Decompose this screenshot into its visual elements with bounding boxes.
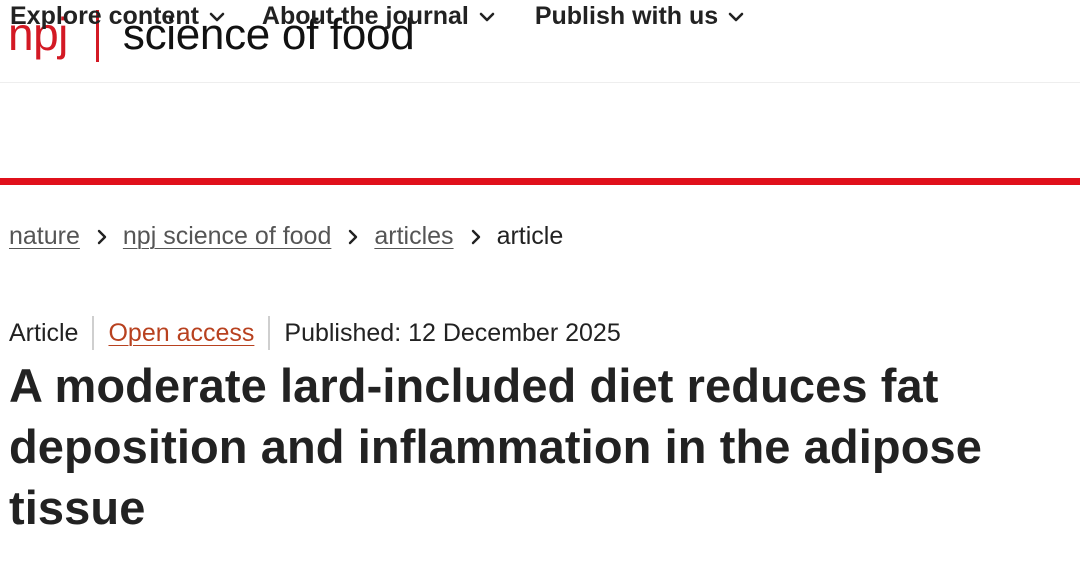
meta-divider (92, 316, 95, 350)
nav-about-journal[interactable]: About the journal (262, 0, 495, 31)
chevron-right-icon (97, 229, 107, 245)
breadcrumb: nature npj science of food articles arti… (9, 222, 563, 251)
chevron-right-icon (471, 229, 481, 245)
chevron-down-icon (479, 11, 495, 23)
nav-about-journal-label: About the journal (261, 2, 469, 30)
breadcrumb-link-nature[interactable]: nature (9, 222, 80, 251)
breadcrumb-link-journal[interactable]: npj science of food (123, 222, 331, 251)
article-title: A moderate lard-included diet reduces fa… (9, 359, 982, 534)
breadcrumb-current: article (496, 222, 564, 250)
article-type: Article (9, 318, 79, 347)
main-nav: Explore content About the journal Publis… (0, 2, 1080, 185)
meta-divider (268, 316, 271, 350)
chevron-down-icon (728, 11, 744, 23)
breadcrumb-link-articles[interactable]: articles (374, 222, 453, 251)
published-date: Published: 12 December 2025 (284, 318, 621, 347)
nav-items: Explore content About the journal Publis… (10, 0, 781, 63)
open-access-link[interactable]: Open access (108, 319, 254, 348)
nav-publish-with-us[interactable]: Publish with us (535, 0, 744, 31)
article-meta: Article Open access Published: 12 Decemb… (9, 316, 621, 350)
nav-publish-with-us-label: Publish with us (534, 2, 719, 30)
chevron-right-icon (348, 229, 358, 245)
chevron-down-icon (209, 11, 225, 23)
nav-explore-content-label: Explore content (10, 2, 199, 30)
nav-explore-content[interactable]: Explore content (10, 0, 225, 31)
